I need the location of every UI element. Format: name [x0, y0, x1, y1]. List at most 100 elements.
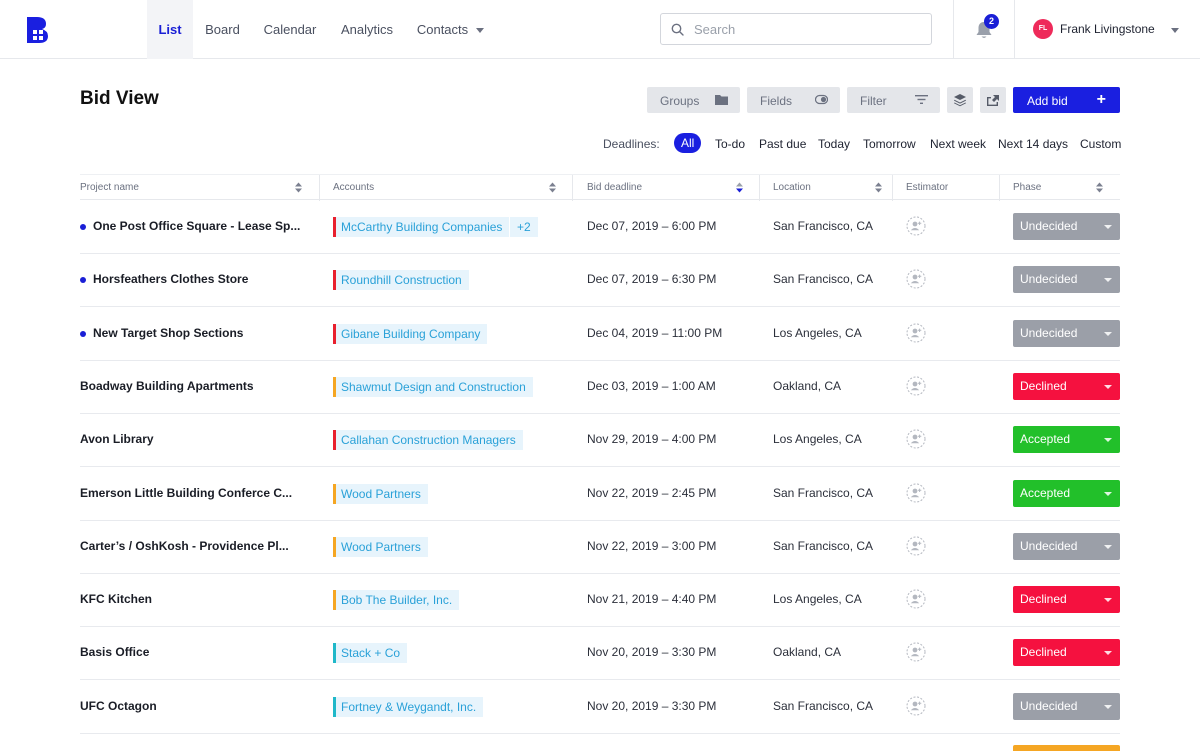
export-button[interactable] — [980, 87, 1006, 113]
estimator-unassigned-icon[interactable] — [906, 376, 926, 396]
tab-contacts-label: Contacts — [416, 22, 469, 37]
tab-board[interactable]: Board — [200, 0, 245, 59]
tab-list[interactable]: List — [147, 0, 193, 59]
bid-deadline: Dec 07, 2019 – 6:00 PM — [587, 219, 717, 233]
account-tag[interactable]: Wood Partners — [333, 483, 428, 504]
phase-dropdown[interactable]: Accepted — [1013, 426, 1120, 454]
table-row[interactable]: KFC Kitchen Bob The Builder, Inc. Nov 21, … — [80, 573, 1120, 628]
phase-label: Undecided — [1020, 698, 1078, 713]
deadline-filter-past-due[interactable]: Past due — [759, 137, 806, 151]
sort-icon[interactable] — [1096, 175, 1103, 200]
account-tag[interactable]: Shawmut Design and Construction — [333, 376, 533, 397]
table-row[interactable]: UFC Octagon Fortney & Weygandt, Inc. Nov 2… — [80, 680, 1120, 734]
column-header-estimator[interactable]: Estimator — [906, 175, 948, 200]
chevron-down-icon — [1104, 651, 1112, 656]
phase-dropdown[interactable]: Declined — [1013, 372, 1120, 400]
user-menu[interactable]: FL Frank Livingstone — [1033, 19, 1155, 39]
table-row[interactable]: One Post Office Square - Lease Sp... McCa… — [80, 200, 1120, 254]
groups-button[interactable]: Groups — [647, 87, 740, 113]
table-row[interactable]: Avon Library Callahan Construction Manage… — [80, 413, 1120, 468]
estimator-unassigned-icon[interactable] — [906, 642, 926, 662]
deadline-filter-next-week[interactable]: Next week — [930, 137, 986, 151]
sort-icon[interactable] — [295, 175, 302, 200]
project-name[interactable]: Avon Library — [80, 413, 154, 466]
column-header-label: Phase — [1013, 182, 1042, 193]
deadline-filter-today[interactable]: Today — [818, 137, 850, 151]
account-tag[interactable]: McCarthy Building Companies — [333, 217, 510, 237]
account-tag[interactable]: Wood Partners — [333, 536, 428, 557]
tab-analytics[interactable]: Analytics — [336, 0, 398, 59]
deadline-filter-next-14-days[interactable]: Next 14 days — [998, 137, 1068, 151]
deadline-filter-todo[interactable]: To-do — [715, 137, 745, 151]
sort-icon[interactable] — [875, 175, 882, 200]
phase-dropdown[interactable]: Declined — [1013, 639, 1120, 667]
table-row[interactable]: New Target Shop Sections Gibane Building … — [80, 307, 1120, 361]
phase-dropdown[interactable]: Undecided — [1013, 213, 1120, 240]
estimator-unassigned-icon[interactable] — [906, 589, 926, 609]
account-tag[interactable]: Callahan Construction Managers — [333, 430, 523, 451]
estimator-unassigned-icon[interactable] — [906, 696, 926, 716]
phase-dropdown[interactable]: Undecided — [1013, 319, 1120, 347]
tab-calendar[interactable]: Calendar — [259, 0, 321, 59]
table-row[interactable]: Boadway Building Apartments Shawmut Desig… — [80, 360, 1120, 414]
column-header-label: Accounts — [333, 182, 375, 193]
table-row[interactable]: Horsfeathers Clothes Store Roundhill Cons… — [80, 253, 1120, 308]
phase-dropdown[interactable]: Undecided — [1013, 532, 1120, 560]
phase-dropdown[interactable]: Accepted — [1013, 479, 1120, 507]
estimator-unassigned-icon[interactable] — [906, 483, 926, 503]
deadline-filter-tomorrow[interactable]: Tomorrow — [863, 137, 916, 151]
bid-deadline: Nov 21, 2019 – 4:40 PM — [587, 592, 717, 607]
column-header-location[interactable]: Location — [773, 175, 811, 200]
estimator-unassigned-icon[interactable] — [906, 429, 926, 449]
table-row[interactable]: Emerson Little Building Conferce C... Woo… — [80, 467, 1120, 521]
table-row[interactable]: Basis Office Stack + Co Nov 20, 2019 – 3:3… — [80, 626, 1120, 681]
sort-icon[interactable] — [549, 175, 556, 200]
project-name[interactable]: Basis Office — [80, 626, 149, 679]
account-tag[interactable]: Stack + Co — [333, 643, 408, 664]
bid-deadline: Nov 20, 2019 – 3:30 PM — [587, 698, 717, 713]
deadline-filter-custom[interactable]: Custom — [1080, 137, 1121, 151]
project-name[interactable]: Boadway Building Apartments — [80, 360, 254, 413]
column-header-accounts[interactable]: Accounts — [333, 175, 374, 200]
project-name[interactable]: UFC Octagon — [80, 680, 157, 733]
column-header-phase[interactable]: Phase — [1013, 175, 1041, 200]
estimator-unassigned-icon[interactable] — [906, 323, 926, 343]
phase-label: Declined — [1020, 592, 1067, 607]
more-accounts-badge[interactable]: +2 — [510, 217, 538, 237]
estimator-unassigned-icon[interactable] — [906, 216, 926, 236]
layers-button[interactable] — [947, 87, 973, 113]
chevron-down-icon[interactable] — [1171, 28, 1179, 33]
fields-button[interactable]: Fields — [747, 87, 840, 113]
phase-dropdown[interactable]: Undecided — [1013, 266, 1120, 294]
project-name[interactable]: One Post Office Square - Lease Sp... — [93, 200, 300, 253]
app-logo-icon[interactable] — [24, 17, 50, 43]
project-name[interactable]: Carter’s / OshKosh - Providence Pl... — [80, 520, 289, 573]
account-tag[interactable]: Fortney & Weygandt, Inc. — [333, 696, 484, 717]
phase-dropdown[interactable]: Undecided — [1013, 692, 1120, 720]
deadline-filter-all[interactable]: All — [674, 133, 702, 153]
column-header-bid-deadline[interactable]: Bid deadline — [587, 175, 642, 200]
tab-contacts[interactable]: Contacts — [413, 0, 488, 59]
add-bid-button[interactable]: Add bid + — [1013, 87, 1120, 113]
search-box[interactable] — [660, 13, 932, 45]
project-name[interactable]: KFC Kitchen — [80, 573, 152, 626]
estimator-unassigned-icon[interactable] — [906, 269, 926, 289]
chevron-down-icon — [1104, 491, 1112, 496]
account-tag[interactable]: Roundhill Construction — [333, 270, 469, 291]
account-tag[interactable]: Gibane Building Company — [333, 323, 488, 344]
project-name[interactable]: Horsfeathers Clothes Store — [93, 253, 248, 306]
column-header-project-name[interactable]: Project name — [80, 175, 139, 200]
project-name[interactable]: Emerson Little Building Conferce C... — [80, 467, 292, 520]
project-name[interactable]: New Target Shop Sections — [93, 307, 243, 360]
filter-icon — [915, 95, 928, 104]
phase-dropdown[interactable]: Declined — [1013, 586, 1120, 614]
filter-button[interactable]: Filter — [847, 87, 940, 113]
sort-active-icon[interactable] — [736, 175, 743, 200]
search-input[interactable] — [692, 20, 916, 38]
account-tag[interactable]: Bob The Builder, Inc. — [333, 590, 460, 611]
table-row[interactable]: Carter’s / OshKosh - Providence Pl... Woo… — [80, 520, 1120, 574]
estimator-unassigned-icon[interactable] — [906, 536, 926, 556]
location: San Francisco, CA — [773, 272, 874, 287]
phase-label: Undecided — [1020, 219, 1078, 233]
next-row-phase-peek — [1013, 745, 1120, 751]
